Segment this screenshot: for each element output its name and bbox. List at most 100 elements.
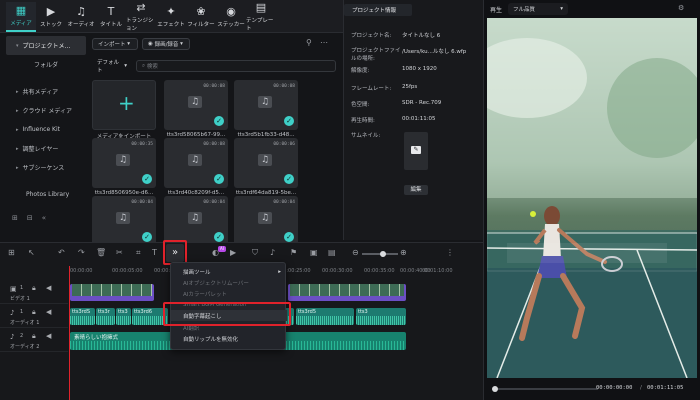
- edit-pencil-icon[interactable]: ✎: [411, 146, 421, 154]
- media-clip-tile[interactable]: 00:00:08 ♫ ✓: [234, 80, 298, 130]
- layers-icon[interactable]: ▤: [328, 248, 336, 257]
- tab-template[interactable]: ▤ テンプレート: [246, 2, 276, 33]
- tab-filter[interactable]: ❀ フィルター: [186, 2, 216, 32]
- tab-transition[interactable]: ⇄ トランジション: [126, 1, 156, 33]
- audio-clip[interactable]: tts3rdS: [70, 308, 95, 325]
- edit-button[interactable]: 編集: [404, 185, 428, 195]
- media-clip-tile[interactable]: 00:00:06 ♫ ✓: [234, 138, 298, 188]
- audio-clip[interactable]: tts3: [116, 308, 131, 325]
- delete-icon[interactable]: 🗑: [96, 248, 106, 257]
- grip-icon[interactable]: ⋮: [446, 248, 454, 257]
- media-clip-tile[interactable]: 00:00:08 ♫ ✓: [164, 138, 228, 188]
- lock-icon[interactable]: 🔒︎: [32, 284, 36, 293]
- mic-icon[interactable]: ♪: [270, 248, 275, 257]
- sidebar-item[interactable]: ▸ サブシーケンス: [6, 158, 86, 177]
- tab-sticker[interactable]: ◉ ステッカー: [216, 2, 246, 32]
- tab-effect[interactable]: ✦ エフェクト: [156, 2, 186, 32]
- sidebar-item[interactable]: ▸ Influence Kit: [6, 120, 86, 139]
- audio-waveform: [70, 316, 95, 325]
- record-icon: ◉: [148, 41, 153, 47]
- tab-project-info[interactable]: プロジェクト情報: [344, 4, 412, 16]
- track-header-3[interactable]: ♪ 2 🔒︎ ◀ オーディオ 2: [0, 330, 68, 352]
- sidebar-item-label: サブシーケンス: [22, 165, 65, 172]
- audio-clip[interactable]: tts3rd5: [296, 308, 354, 325]
- mute-icon[interactable]: ◀: [46, 308, 51, 316]
- video-clip[interactable]: [70, 284, 154, 301]
- select-tool-icon[interactable]: ↖: [28, 248, 35, 257]
- video-clip-thumbs: [72, 284, 152, 296]
- sidebar-item-label: 調整レイヤー: [22, 146, 59, 153]
- audio-icon: ♫: [76, 5, 86, 18]
- media-clip-tile[interactable]: 00:00:04 ♫ ✓: [164, 196, 228, 246]
- redo-icon[interactable]: ↷: [78, 248, 85, 257]
- media-clip-tile[interactable]: 00:00:35 ♫ ✓: [92, 138, 156, 188]
- zoom-out-icon[interactable]: ⊖: [352, 248, 359, 257]
- sidebar-footer-icons: ⊞ ⊟ «: [12, 214, 46, 222]
- sidebar-item[interactable]: ▸ クラウド メディア: [6, 101, 86, 120]
- preview-settings-icon[interactable]: ⚙: [678, 4, 684, 12]
- audio-clip[interactable]: tts3: [356, 308, 406, 325]
- sidebar-item[interactable]: ▸ 調整レイヤー: [6, 139, 86, 158]
- media-clip-tile[interactable]: 00:00:08 ♫ ✓: [164, 80, 228, 130]
- sidebar-item[interactable]: ▸ 共有メディア: [6, 82, 86, 101]
- menu-item-disable-auto-ripple[interactable]: 自動リップルを無効化: [171, 333, 287, 344]
- filter-icon[interactable]: ⚲: [306, 38, 312, 47]
- audio-clip[interactable]: tts3r: [96, 308, 115, 325]
- cut-icon[interactable]: ✂: [116, 248, 123, 257]
- undo-icon[interactable]: ↶: [58, 248, 65, 257]
- preview-scrubber[interactable]: [498, 388, 598, 390]
- record-dropdown[interactable]: ◉ 録画/録音 ▾: [142, 38, 190, 50]
- import-dropdown[interactable]: インポート ▾: [92, 38, 138, 50]
- checkmark-icon: ✓: [142, 232, 152, 242]
- video-track-icon: ▣: [10, 285, 17, 293]
- sort-dropdown[interactable]: デフォルト ▾: [92, 60, 132, 74]
- highlight-auto-caption: [163, 302, 291, 326]
- property-label: プロジェクト名:: [351, 33, 392, 39]
- text-tool-icon[interactable]: T: [152, 248, 157, 257]
- lock-icon[interactable]: 🔒︎: [32, 332, 36, 341]
- mute-icon[interactable]: ◀: [46, 332, 51, 340]
- play-range-icon[interactable]: ▶: [230, 248, 236, 257]
- tab-label: トランジション: [126, 18, 154, 32]
- more-icon[interactable]: ⋯: [320, 38, 328, 47]
- transition-icon: ⇄: [136, 1, 146, 14]
- menu-item-ai-color-palette[interactable]: AIカラーパレット: [171, 288, 287, 299]
- lock-icon[interactable]: 🔒︎: [32, 308, 36, 317]
- sidebar-item[interactable]: フォルダ: [6, 55, 86, 74]
- crop-icon[interactable]: ⌗: [136, 248, 141, 258]
- media-clip-tile[interactable]: 00:00:04 ♫ ✓: [234, 196, 298, 246]
- sidebar-item[interactable]: ▾ プロジェクトメ...: [6, 36, 86, 55]
- menu-item-ai-object-remover[interactable]: AIオブジェクトリムーバー: [171, 277, 287, 288]
- stock-icon: ▶: [46, 5, 56, 18]
- track-header-1[interactable]: ▣ 1 🔒︎ ◀ ビデオ 1: [0, 282, 68, 304]
- video-clip[interactable]: [288, 284, 406, 301]
- snapshot-icon[interactable]: ▣: [310, 248, 318, 257]
- menu-item-drawing-tools[interactable]: 描画ツール ▸: [171, 266, 287, 277]
- import-media-tile[interactable]: +: [92, 80, 156, 130]
- zoom-slider-knob[interactable]: [380, 251, 386, 257]
- tab-audio[interactable]: ♫ オーディオ: [66, 2, 96, 32]
- audio-clip-label: tts3rdS: [72, 309, 91, 315]
- audio-clip-label: tts3rd6: [134, 309, 153, 315]
- tab-title[interactable]: T タイトル: [96, 2, 126, 32]
- tab-stock[interactable]: ▶ ストック: [36, 2, 66, 32]
- timeline-playhead[interactable]: [69, 266, 70, 400]
- media-clip-tile[interactable]: 00:00:04 ♫ ✓: [92, 196, 156, 246]
- search-input[interactable]: ⌕ 検索: [136, 60, 336, 72]
- mute-icon[interactable]: ◀: [46, 284, 51, 292]
- quality-dropdown[interactable]: フル品質 ▾: [508, 3, 568, 15]
- collapse-icon[interactable]: «: [42, 214, 46, 222]
- marker-icon[interactable]: ⚑: [290, 248, 297, 257]
- sidebar-item[interactable]: Photos Library: [6, 185, 86, 204]
- chevron-icon: ▸: [16, 126, 19, 133]
- track-number: 1: [20, 309, 24, 315]
- zoom-slider[interactable]: [362, 251, 398, 257]
- track-header-2[interactable]: ♪ 1 🔒︎ ◀ オーディオ 1: [0, 306, 68, 328]
- tab-media[interactable]: ▦ メディア: [6, 2, 36, 32]
- new-folder-icon[interactable]: ⊞: [12, 214, 18, 222]
- split-view-icon[interactable]: ⊞: [8, 248, 15, 257]
- folder-add-icon[interactable]: ⊟: [27, 214, 33, 222]
- shield-icon[interactable]: ⛉: [252, 248, 258, 258]
- track-name: オーディオ 2: [10, 344, 40, 350]
- zoom-in-icon[interactable]: ⊕: [400, 248, 407, 257]
